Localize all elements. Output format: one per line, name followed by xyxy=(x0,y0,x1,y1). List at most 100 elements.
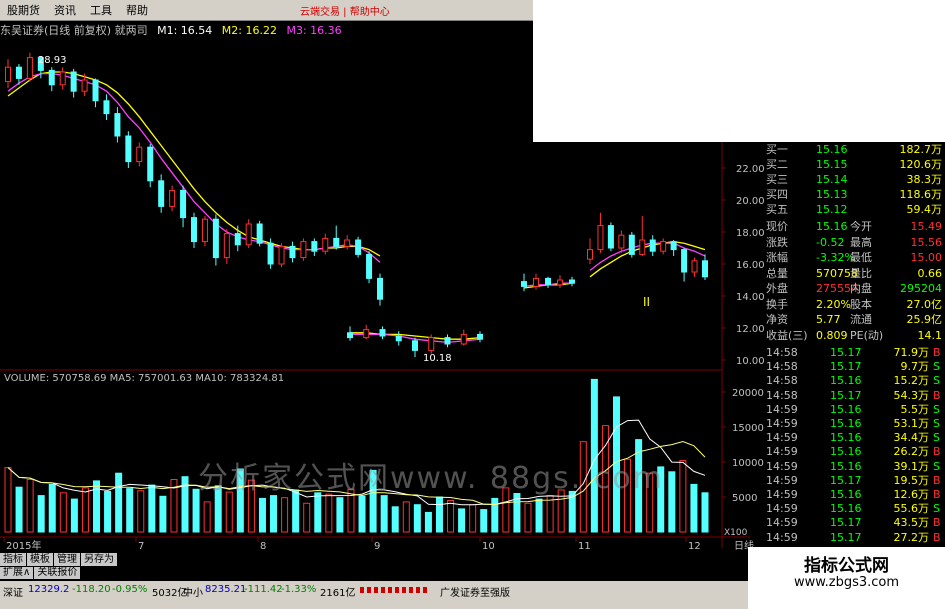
tab-expand[interactable]: 扩展∧ xyxy=(0,567,34,579)
bid-volume: 118.6万 xyxy=(899,188,943,201)
tab-related-quote[interactable]: 关联报价 xyxy=(34,567,81,579)
bid-price: 15.13 xyxy=(816,188,848,201)
bid-label: 买五 xyxy=(766,203,788,216)
tick-row: 14:59 15.16 39.1万 S xyxy=(764,459,945,474)
tab-save-as[interactable]: 另存为 xyxy=(81,553,117,566)
candle-up xyxy=(618,234,625,249)
watermark: 分析家公式网www. 88gs. com xyxy=(198,461,664,496)
volume-bar-up xyxy=(469,504,477,533)
candle-down xyxy=(607,225,614,249)
tab-template[interactable]: 模板 xyxy=(27,553,53,566)
price-tick-label: 20.00 xyxy=(736,196,765,207)
stat-row: 净资 5.77 流通 25.9亿 xyxy=(764,312,945,327)
bid-row: 买二 15.15 120.6万 xyxy=(764,157,945,172)
tick-time: 14:59 xyxy=(766,402,798,416)
time-tick-label: 12 xyxy=(688,541,701,552)
volume-bar-down xyxy=(413,504,421,533)
ma-short-line xyxy=(589,242,706,271)
time-tick-label: 10 xyxy=(482,541,495,552)
stat-value-2: 15.49 xyxy=(910,220,943,233)
price-tick-label: 14.00 xyxy=(736,292,765,303)
tick-row: 14:59 15.17 19.5万 B xyxy=(764,473,945,488)
bid-label: 买三 xyxy=(766,173,788,186)
candle-down xyxy=(347,332,353,339)
volume-bar-down xyxy=(70,498,78,533)
volume-bar-up xyxy=(203,501,211,533)
news-ticker[interactable]: 广发证券至强版 xyxy=(440,584,510,599)
volume-bar-down xyxy=(380,495,388,533)
tab-indicator[interactable]: 指标 xyxy=(0,553,26,566)
stat-label-2: 最高 xyxy=(850,235,872,249)
candle-up xyxy=(5,66,11,83)
quote-panel: 买一 15.16 182.7万 买二 15.15 120.6万 买三 15.14 38.3万 买四… xyxy=(764,142,945,549)
zx-amount: 2161亿 xyxy=(320,588,356,599)
candle-down xyxy=(444,337,451,345)
volume-bar-down xyxy=(48,483,56,533)
tick-row: 14:59 15.16 34.4万 S xyxy=(764,430,945,445)
stat-value-2: 15.56 xyxy=(910,235,943,249)
candle-up xyxy=(322,237,329,252)
volume-bar-down xyxy=(535,498,543,533)
volume-bar-down xyxy=(126,488,134,533)
price-tick-label: 22.00 xyxy=(736,164,765,175)
stat-row: 外盘 275554 内盘 295204 xyxy=(764,281,945,296)
volume-bar-down xyxy=(159,495,167,533)
bid-price: 15.12 xyxy=(816,203,848,216)
volume-tick-label: 10000 xyxy=(732,458,764,469)
stat-label-2: 今开 xyxy=(850,220,872,233)
tab-manage[interactable]: 管理 xyxy=(54,553,80,566)
tick-row: 14:58 15.17 54.3万 B xyxy=(764,388,945,403)
candle-down xyxy=(521,281,527,287)
volume-bar-down xyxy=(148,484,156,533)
tick-volume: 5.5万 xyxy=(900,402,930,416)
tick-price: 15.16 xyxy=(830,402,862,416)
bid-label: 买二 xyxy=(766,158,788,171)
bid-volume: 120.6万 xyxy=(899,158,943,171)
tick-volume: 55.6万 xyxy=(893,502,930,516)
tick-side: B xyxy=(933,388,941,402)
tick-price: 15.16 xyxy=(830,431,862,445)
mini-bars xyxy=(360,587,430,593)
szzs-change: -118.20 xyxy=(72,584,111,595)
extension-tabs: 扩展∧ 关联报价 xyxy=(0,567,81,580)
candle-up xyxy=(300,241,307,259)
candle-down xyxy=(545,277,551,286)
tick-time: 14:59 xyxy=(766,445,798,459)
candle-down xyxy=(212,218,219,259)
candle-down xyxy=(628,234,635,255)
candle-up xyxy=(587,249,593,260)
bid-label: 买四 xyxy=(766,188,788,201)
stat-row: 涨跌 -0.52 最高 15.56 xyxy=(764,235,945,250)
tick-row: 14:59 15.16 5.5万 S xyxy=(764,402,945,417)
volume-bar-down xyxy=(104,490,112,533)
tick-row: 14:59 15.16 12.6万 B xyxy=(764,487,945,502)
volume-bar-down xyxy=(270,495,278,533)
tick-row: 14:59 15.16 55.6万 S xyxy=(764,501,945,516)
tick-volume: 43.5万 xyxy=(893,516,930,530)
price-tick-label: 16.00 xyxy=(736,260,765,271)
volume-bar-up xyxy=(303,502,311,533)
tick-price: 15.17 xyxy=(830,360,862,374)
stat-value-2: 15.00 xyxy=(910,251,943,264)
tick-volume: 19.5万 xyxy=(893,473,930,487)
bid-volume: 38.3万 xyxy=(906,173,943,186)
tick-side: S xyxy=(933,402,940,416)
volume-bar-up xyxy=(26,479,34,533)
tick-volume: 26.2万 xyxy=(893,445,930,459)
candle-up xyxy=(557,279,563,286)
stat-label-2: 量比 xyxy=(850,266,872,280)
tick-side: S xyxy=(933,431,940,445)
tick-price: 15.17 xyxy=(830,388,862,402)
stat-row: 收益(三) 0.809 PE(动) 14.1 xyxy=(764,328,945,343)
stat-label: 现价 xyxy=(766,220,788,233)
stat-label-2: 流通 xyxy=(850,313,872,326)
tick-time: 14:58 xyxy=(766,374,798,388)
candle-up xyxy=(691,260,698,273)
candle-down xyxy=(355,239,362,255)
tick-side: S xyxy=(933,374,940,388)
tick-volume: 15.2万 xyxy=(893,374,930,388)
tick-row: 14:59 15.16 26.2万 B xyxy=(764,444,945,459)
bid-volume: 59.4万 xyxy=(906,203,943,216)
candle-down xyxy=(147,146,154,182)
volume-bar-down xyxy=(480,509,488,533)
